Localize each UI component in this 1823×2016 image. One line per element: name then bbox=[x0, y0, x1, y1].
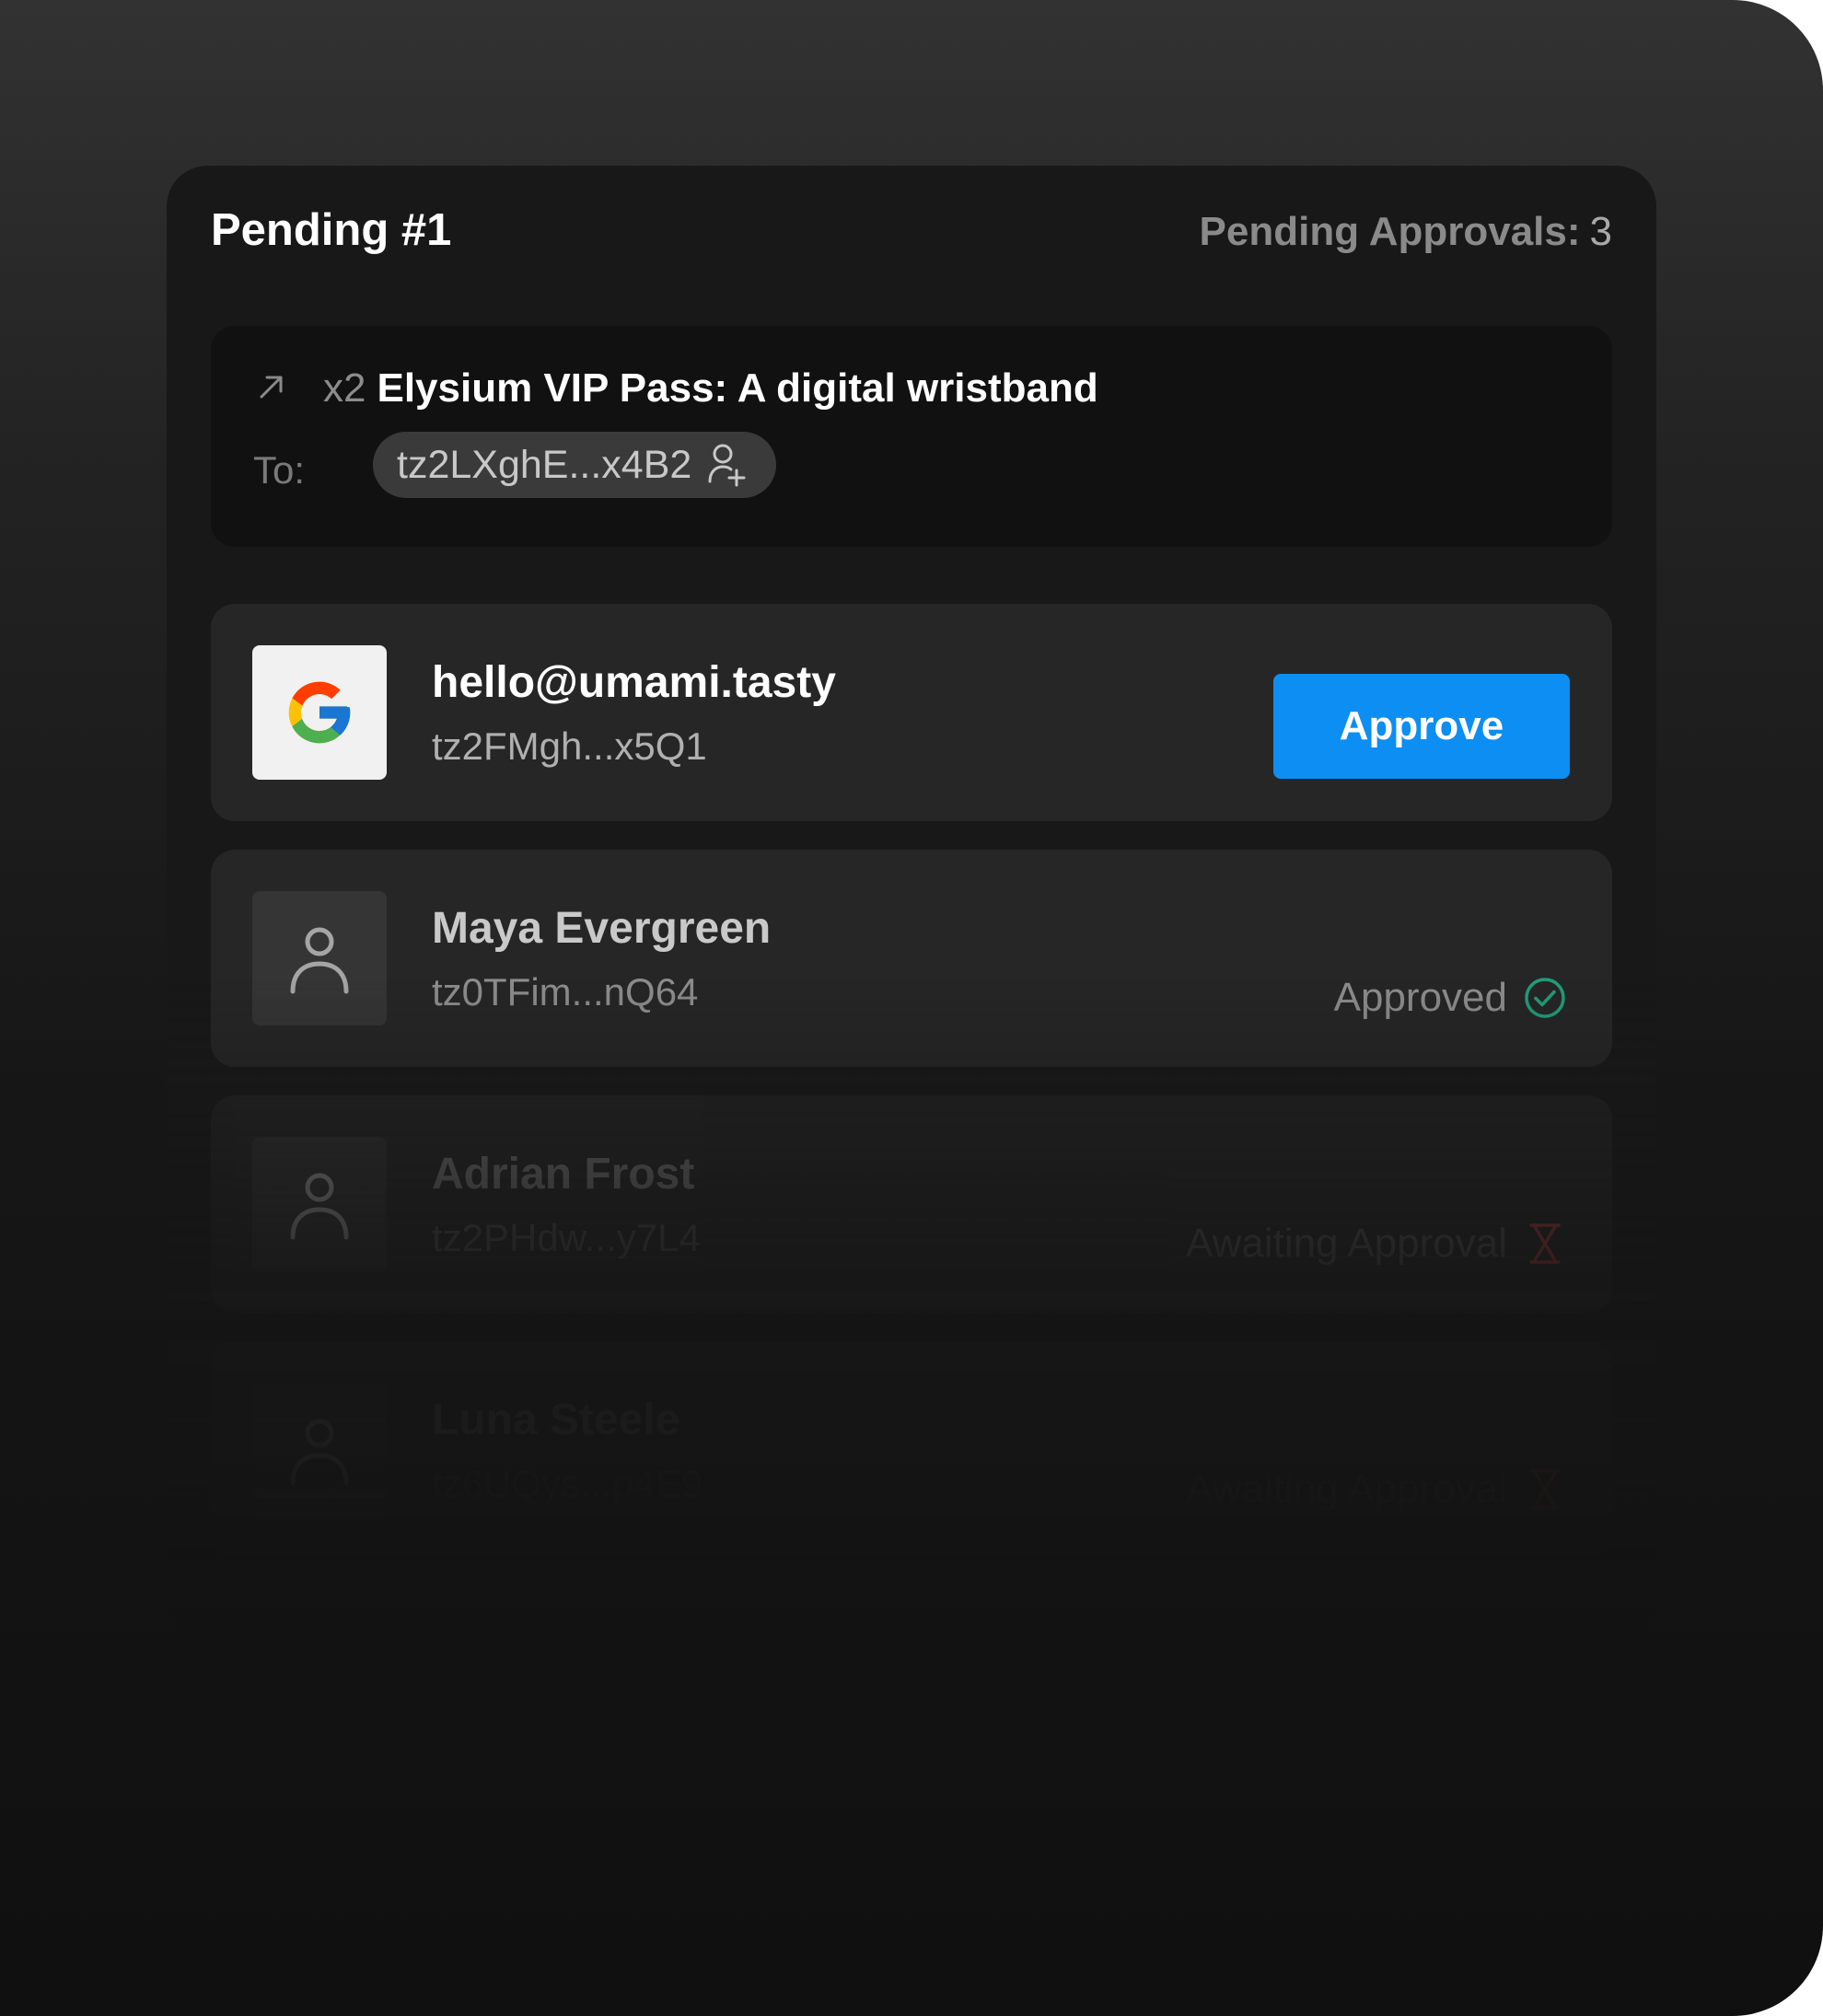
approve-button[interactable]: Approve bbox=[1273, 674, 1570, 779]
signer-row: Maya Evergreen tz0TFim...nQ64 Approved bbox=[211, 850, 1612, 1067]
transfer-description: x2 Elysium VIP Pass: A digital wristband bbox=[323, 368, 1098, 409]
transfer-quantity: x2 bbox=[323, 365, 366, 411]
avatar bbox=[252, 891, 387, 1025]
avatar bbox=[252, 645, 387, 780]
status-badge: Awaiting Approval bbox=[1186, 1222, 1566, 1265]
app-frame: Pending #1 Pending Approvals: 3 x2 Elysium… bbox=[0, 0, 1823, 2016]
status-badge: Awaiting Approval bbox=[1186, 1468, 1566, 1511]
avatar bbox=[252, 1137, 387, 1271]
google-icon bbox=[288, 681, 351, 744]
avatar bbox=[252, 1383, 387, 1517]
transfer-item-name: Elysium VIP Pass: A digital wristband bbox=[377, 365, 1098, 411]
pending-approvals-number: 3 bbox=[1589, 209, 1612, 254]
status-badge: Approved bbox=[1334, 977, 1566, 1019]
check-circle-icon bbox=[1525, 978, 1565, 1018]
user-icon bbox=[290, 927, 349, 994]
user-icon bbox=[290, 1419, 349, 1486]
signer-row: Adrian Frost tz2PHdw...y7L4 Awaiting App… bbox=[211, 1095, 1612, 1313]
signer-row: hello@umami.tasty tz2FMgh...x5Q1 Approve bbox=[211, 604, 1612, 821]
status-label: Awaiting Approval bbox=[1186, 1221, 1507, 1266]
signer-row: Luna Steele tz6UQys...p4E9 Awaiting Appr… bbox=[211, 1341, 1612, 1558]
signer-name: Luna Steele bbox=[432, 1396, 680, 1444]
signer-address: tz0TFim...nQ64 bbox=[432, 970, 699, 1014]
signer-name: Maya Evergreen bbox=[432, 904, 772, 953]
page-title: Pending #1 bbox=[211, 205, 452, 255]
recipient-address-pill[interactable]: tz2LXghE...x4B2 bbox=[373, 432, 777, 498]
recipient-address: tz2LXghE...x4B2 bbox=[397, 442, 692, 487]
pending-approvals-label: Pending Approvals: bbox=[1199, 209, 1581, 254]
signer-name: Adrian Frost bbox=[432, 1150, 695, 1199]
pending-approval-panel: Pending #1 Pending Approvals: 3 x2 Elysium… bbox=[167, 166, 1656, 1639]
pending-approvals-count: Pending Approvals: 3 bbox=[1200, 212, 1612, 252]
transfer-summary-card: x2 Elysium VIP Pass: A digital wristband … bbox=[211, 326, 1612, 547]
user-icon bbox=[290, 1173, 349, 1240]
status-label: Approved bbox=[1333, 975, 1507, 1020]
hourglass-icon bbox=[1529, 1223, 1561, 1264]
add-user-icon[interactable] bbox=[706, 443, 747, 487]
signer-name: hello@umami.tasty bbox=[432, 658, 836, 707]
arrow-up-right-icon bbox=[260, 376, 283, 399]
status-label: Awaiting Approval bbox=[1186, 1466, 1507, 1512]
recipient-label: To: bbox=[253, 448, 306, 492]
signer-address: tz2PHdw...y7L4 bbox=[432, 1216, 701, 1259]
hourglass-icon bbox=[1529, 1469, 1561, 1510]
signer-address: tz2FMgh...x5Q1 bbox=[432, 724, 707, 768]
signer-address: tz6UQys...p4E9 bbox=[432, 1462, 703, 1505]
